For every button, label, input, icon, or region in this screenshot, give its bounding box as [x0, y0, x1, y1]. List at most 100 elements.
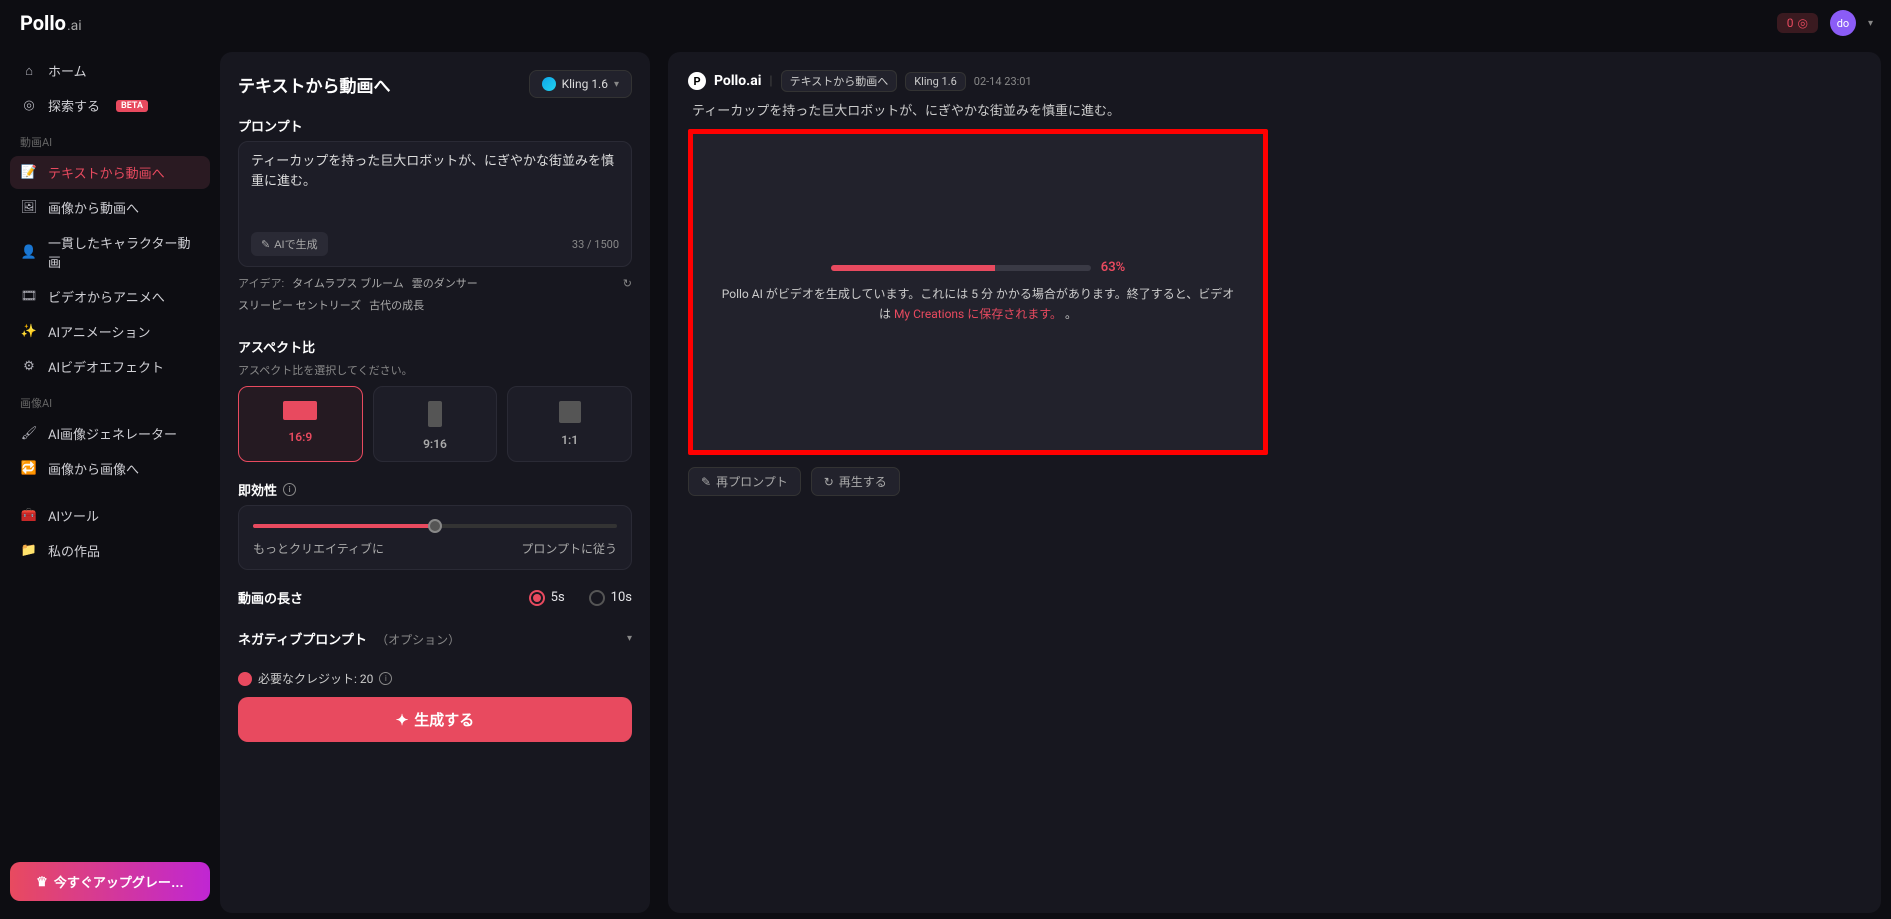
person-icon: 👤 [20, 243, 38, 261]
sidebar-item-home[interactable]: ⌂ ホーム [10, 54, 210, 87]
slider-fill [253, 524, 435, 528]
sidebar-section-video: 動画AI [10, 124, 210, 154]
sidebar-item-image-to-video[interactable]: 🖼 画像から動画へ [10, 191, 210, 224]
folder-icon: 📁 [20, 542, 38, 560]
immediacy-text: 即効性 [238, 480, 277, 499]
immediacy-slider[interactable] [253, 524, 617, 528]
sidebar-item-character-video[interactable]: 👤 一貫したキャラクター動画 [10, 226, 210, 278]
length-option-label: 5s [551, 590, 565, 605]
regenerate-button[interactable]: ↻ 再生する [811, 467, 900, 496]
image-to-image-icon: 🔁 [20, 460, 38, 478]
info-icon[interactable]: i [379, 672, 392, 685]
info-icon[interactable]: i [283, 483, 296, 496]
sidebar: ⌂ ホーム ◎ 探索する BETA 動画AI 📝 テキストから動画へ 🖼 画像か… [0, 46, 220, 919]
sidebar-item-image-to-image[interactable]: 🔁 画像から画像へ [10, 452, 210, 485]
aspect-shape-icon [559, 401, 581, 423]
crown-icon: ♛ [36, 874, 48, 890]
coin-icon: ◎ [1797, 16, 1807, 30]
prompt-box: ✎ AIで生成 33 / 1500 [238, 141, 632, 267]
ai-generate-button[interactable]: ✎ AIで生成 [251, 232, 328, 256]
model-select[interactable]: Kling 1.6 ▾ [529, 70, 632, 98]
sidebar-item-label: テキストから動画へ [48, 163, 165, 182]
logo-suffix: .ai [67, 18, 82, 34]
negative-prompt-toggle[interactable]: ネガティブプロンプト （オプション） ▾ [238, 625, 632, 652]
sidebar-item-label: ビデオからアニメへ [48, 287, 165, 306]
generate-label: 生成する [414, 709, 474, 730]
idea-chip[interactable]: タイムラプス ブルーム [292, 275, 404, 291]
sidebar-item-label: ホーム [48, 61, 87, 80]
sidebar-item-my-creations[interactable]: 📁 私の作品 [10, 534, 210, 567]
avatar[interactable]: do [1830, 10, 1856, 36]
length-10s[interactable]: 10s [589, 590, 632, 606]
aspect-9-16[interactable]: 9:16 [373, 386, 498, 462]
sidebar-item-explore[interactable]: ◎ 探索する BETA [10, 89, 210, 122]
reprompt-label: 再プロンプト [716, 473, 788, 490]
video-preview: 63% Pollo AI がビデオを生成しています。これには 5 分 かかる場合… [688, 129, 1268, 455]
logo[interactable]: Pollo.ai [20, 11, 82, 35]
slider-label-left: もっとクリエイティブに [253, 540, 384, 557]
aspect-text: 1:1 [561, 433, 578, 447]
aspect-shape-icon [283, 401, 317, 420]
output-timestamp: 02-14 23:01 [974, 75, 1032, 88]
credit-pill[interactable]: 0 ◎ [1777, 13, 1818, 33]
coin-icon [238, 672, 252, 686]
output-card: P Pollo.ai | テキストから動画へ Kling 1.6 02-14 2… [668, 52, 1881, 913]
chevron-down-icon[interactable]: ▾ [1868, 18, 1873, 29]
tools-icon: 🧰 [20, 507, 38, 525]
sidebar-item-ai-animation[interactable]: ✨ AIアニメーション [10, 315, 210, 348]
animation-icon: ✨ [20, 323, 38, 341]
image-gen-icon: 🖌 [20, 425, 38, 443]
credit-count: 0 [1787, 16, 1794, 30]
slider-label-right: プロンプトに従う [521, 540, 617, 557]
sidebar-item-video-effects[interactable]: ⚙ AIビデオエフェクト [10, 350, 210, 383]
pollo-logo-icon: P [688, 72, 706, 90]
progress-wrap: 63% [831, 260, 1125, 275]
my-creations-link[interactable]: My Creations に保存されます。 [894, 307, 1062, 321]
idea-chip[interactable]: 雲のダンサー [412, 275, 478, 291]
idea-chip[interactable]: スリーピー セントリーズ [238, 297, 361, 313]
sidebar-item-text-to-video[interactable]: 📝 テキストから動画へ [10, 156, 210, 189]
regenerate-label: 再生する [839, 473, 887, 490]
immediacy-label: 即効性 i [238, 480, 632, 499]
negative-label: ネガティブプロンプト [238, 633, 367, 648]
length-label: 動画の長さ [238, 588, 303, 607]
idea-chip[interactable]: 古代の成長 [369, 297, 424, 313]
settings-panel: テキストから動画へ Kling 1.6 ▾ プロンプト ✎ AIで生成 33 /… [220, 52, 650, 913]
prompt-textarea[interactable] [251, 152, 619, 222]
model-icon [542, 77, 556, 91]
sidebar-item-label: AIツール [48, 506, 99, 525]
sidebar-item-ai-tools[interactable]: 🧰 AIツール [10, 499, 210, 532]
length-5s[interactable]: 5s [529, 590, 565, 606]
progress-bar [831, 265, 1091, 271]
effects-icon: ⚙ [20, 358, 38, 376]
panel-title: テキストから動画へ [238, 72, 391, 97]
sidebar-section-image: 画像AI [10, 385, 210, 415]
chevron-down-icon: ▾ [627, 633, 632, 644]
length-option-label: 10s [611, 590, 632, 605]
aspect-16-9[interactable]: 16:9 [238, 386, 363, 462]
chevron-down-icon: ▾ [614, 79, 619, 90]
slider-thumb[interactable] [428, 519, 442, 533]
generate-button[interactable]: ✦ 生成する [238, 697, 632, 742]
sidebar-item-label: 私の作品 [48, 541, 100, 560]
negative-optional: （オプション） [376, 633, 460, 647]
sidebar-item-video-to-anime[interactable]: 🎞 ビデオからアニメへ [10, 280, 210, 313]
upgrade-button[interactable]: ♛ 今すぐアップグレー… [10, 862, 210, 901]
reprompt-button[interactable]: ✎ 再プロンプト [688, 467, 801, 496]
sidebar-item-label: 画像から動画へ [48, 198, 139, 217]
output-area: P Pollo.ai | テキストから動画へ Kling 1.6 02-14 2… [650, 46, 1891, 919]
radio-icon [589, 590, 605, 606]
refresh-icon[interactable]: ↻ [623, 277, 632, 290]
credits-row: 必要なクレジット: 20 i [238, 670, 632, 687]
sidebar-item-label: AIビデオエフェクト [48, 357, 164, 376]
anime-icon: 🎞 [20, 288, 38, 306]
aspect-1-1[interactable]: 1:1 [507, 386, 632, 462]
progress-percent: 63% [1101, 260, 1125, 275]
sidebar-item-image-generator[interactable]: 🖌 AI画像ジェネレーター [10, 417, 210, 450]
beta-badge: BETA [116, 100, 148, 112]
progress-fill [831, 265, 995, 271]
ideas-row: アイデア: タイムラプス ブルーム 雲のダンサー ↻ [238, 275, 632, 291]
image-video-icon: 🖼 [20, 199, 38, 217]
separator: | [769, 74, 772, 89]
output-chip-model: Kling 1.6 [905, 72, 966, 91]
